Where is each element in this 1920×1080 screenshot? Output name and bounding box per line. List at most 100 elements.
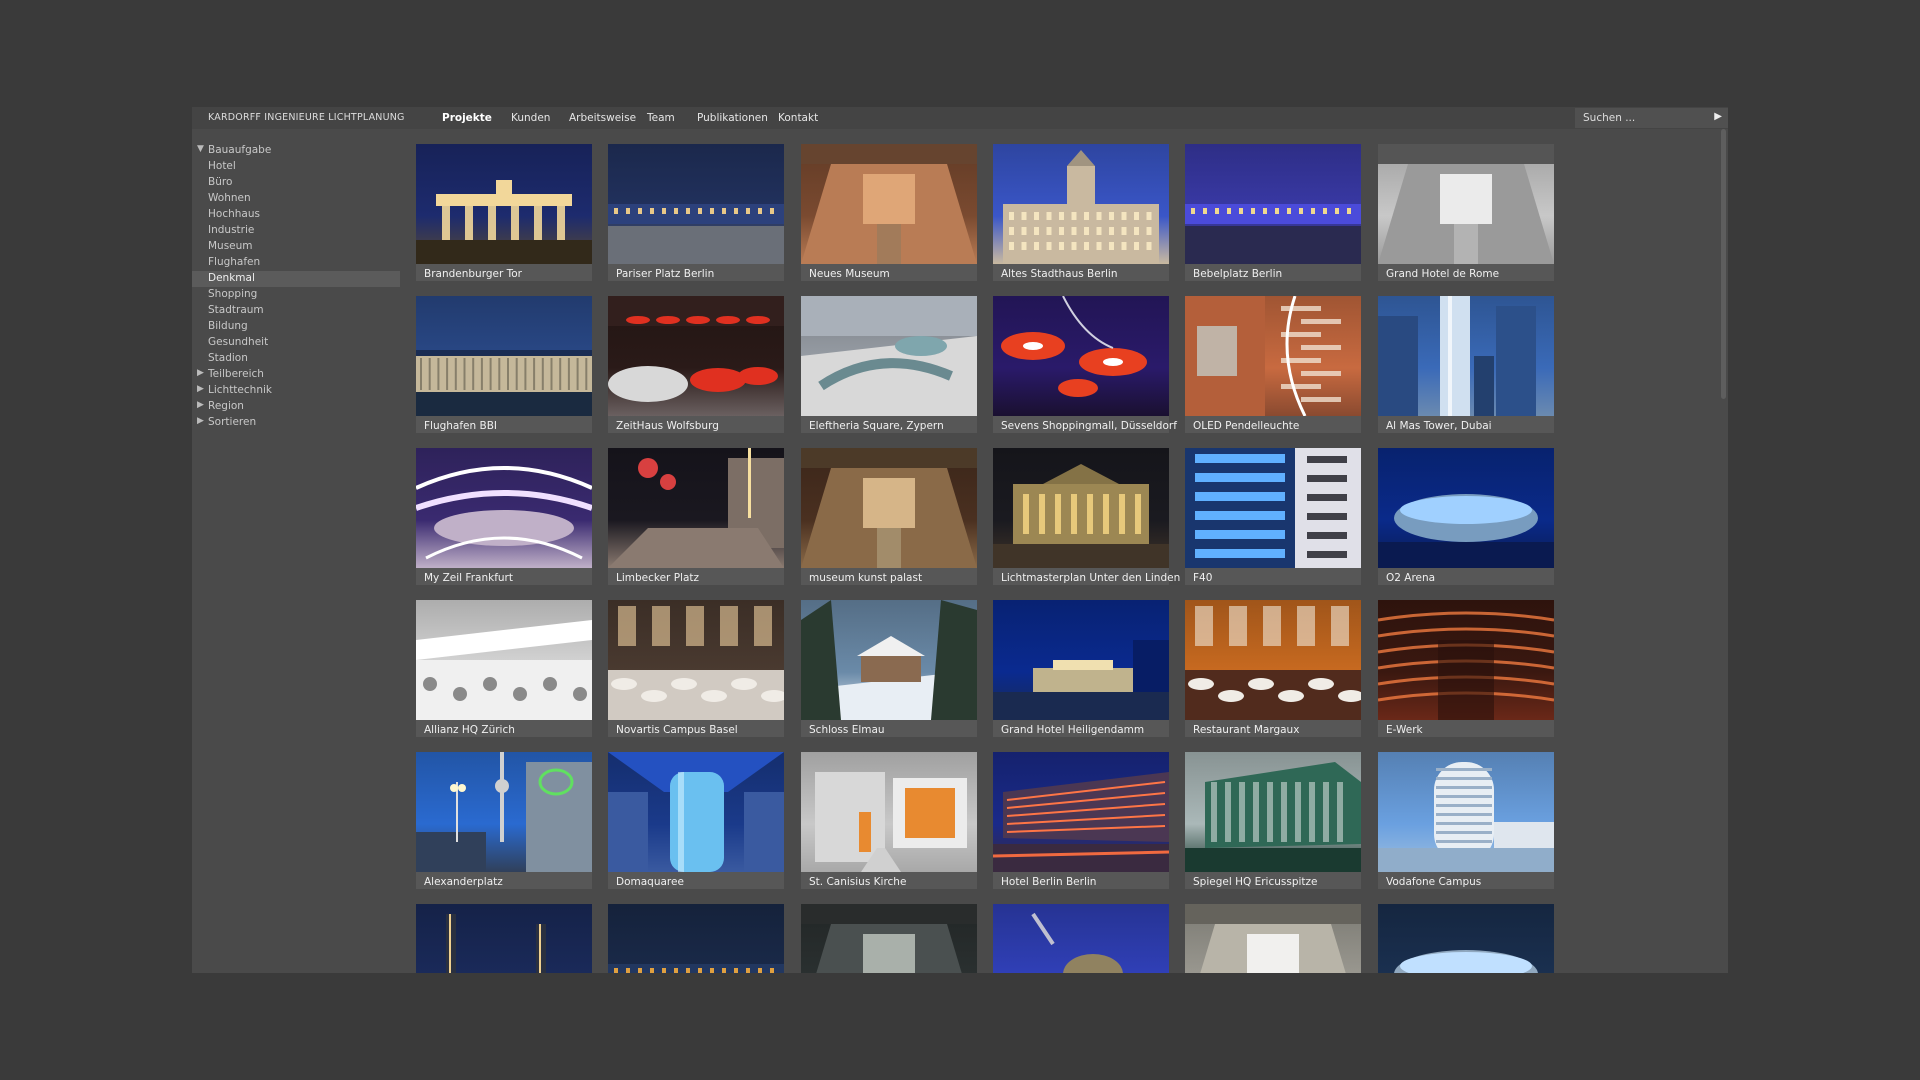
nav-team[interactable]: Team <box>647 112 675 124</box>
project-tile[interactable]: My Zeil Frankfurt <box>416 448 592 585</box>
project-thumbnail[interactable] <box>1378 752 1554 872</box>
project-thumbnail[interactable] <box>608 448 784 568</box>
project-tile[interactable]: Alexanderplatz <box>416 752 592 889</box>
project-thumbnail[interactable] <box>1378 600 1554 720</box>
project-tile[interactable]: Lichtmasterplan Unter den Linden <box>993 448 1180 585</box>
project-tile[interactable] <box>801 904 977 973</box>
project-thumbnail[interactable] <box>1185 296 1361 416</box>
nav-kontakt[interactable]: Kontakt <box>778 112 818 124</box>
project-thumbnail[interactable] <box>801 600 977 720</box>
project-tile[interactable] <box>993 904 1169 973</box>
nav-arbeitsweise[interactable]: Arbeitsweise <box>569 112 636 124</box>
project-thumbnail[interactable] <box>993 904 1169 973</box>
project-thumbnail[interactable] <box>416 904 592 973</box>
project-tile[interactable]: OLED Pendelleuchte <box>1185 296 1361 433</box>
sidebar-item-stadion[interactable]: Stadion <box>192 351 400 367</box>
project-thumbnail[interactable] <box>993 448 1169 568</box>
project-tile[interactable]: Restaurant Margaux <box>1185 600 1361 737</box>
triangle-right-icon[interactable]: ▶ <box>197 416 204 426</box>
project-tile[interactable]: Novartis Campus Basel <box>608 600 784 737</box>
project-thumbnail[interactable] <box>416 296 592 416</box>
triangle-down-icon[interactable]: ▼ <box>197 144 204 154</box>
project-thumbnail[interactable] <box>1185 904 1361 973</box>
project-tile[interactable]: Eleftheria Square, Zypern <box>801 296 977 433</box>
project-thumbnail[interactable] <box>801 904 977 973</box>
triangle-right-icon[interactable]: ▶ <box>197 400 204 410</box>
sidebar-item-büro[interactable]: Büro <box>192 175 400 191</box>
sidebar-item-lichttechnik[interactable]: ▶ Lichttechnik <box>192 383 400 399</box>
project-tile[interactable] <box>416 904 592 973</box>
project-thumbnail[interactable] <box>416 752 592 872</box>
nav-publikationen[interactable]: Publikationen <box>697 112 768 124</box>
project-tile[interactable]: Allianz HQ Zürich <box>416 600 592 737</box>
sidebar-item-hochhaus[interactable]: Hochhaus <box>192 207 400 223</box>
project-thumbnail[interactable] <box>993 296 1169 416</box>
project-tile[interactable] <box>1185 904 1361 973</box>
sidebar-item-sortieren[interactable]: ▶ Sortieren <box>192 415 400 431</box>
nav-projekte[interactable]: Projekte <box>442 112 492 124</box>
sidebar-item-bildung[interactable]: Bildung <box>192 319 400 335</box>
sidebar-item-denkmal[interactable]: Denkmal <box>192 271 400 287</box>
project-tile[interactable]: Domaquaree <box>608 752 784 889</box>
scrollbar-thumb[interactable] <box>1721 129 1726 399</box>
project-tile[interactable]: Grand Hotel Heiligendamm <box>993 600 1169 737</box>
project-tile[interactable]: Sevens Shoppingmall, Düsseldorf <box>993 296 1177 433</box>
project-thumbnail[interactable] <box>416 448 592 568</box>
project-tile[interactable]: Pariser Platz Berlin <box>608 144 784 281</box>
project-tile[interactable]: Grand Hotel de Rome <box>1378 144 1554 281</box>
search-submit-icon[interactable]: ▶ <box>1714 111 1722 122</box>
search-box[interactable]: Suchen ... ▶ <box>1575 108 1728 128</box>
sidebar-item-stadtraum[interactable]: Stadtraum <box>192 303 400 319</box>
project-thumbnail[interactable] <box>1185 448 1361 568</box>
project-tile[interactable]: Vodafone Campus <box>1378 752 1554 889</box>
project-thumbnail[interactable] <box>1378 296 1554 416</box>
project-thumbnail[interactable] <box>1185 752 1361 872</box>
sidebar-item-teilbereich[interactable]: ▶ Teilbereich <box>192 367 400 383</box>
sidebar-item-region[interactable]: ▶ Region <box>192 399 400 415</box>
project-tile[interactable]: Altes Stadthaus Berlin <box>993 144 1169 281</box>
project-tile[interactable]: St. Canisius Kirche <box>801 752 977 889</box>
project-thumbnail[interactable] <box>608 600 784 720</box>
project-thumbnail[interactable] <box>801 296 977 416</box>
project-thumbnail[interactable] <box>801 752 977 872</box>
project-thumbnail[interactable] <box>416 144 592 264</box>
project-thumbnail[interactable] <box>608 752 784 872</box>
brand-logo-text[interactable]: KARDORFF INGENIEURE LICHTPLANUNG <box>208 112 405 123</box>
sidebar-item-hotel[interactable]: Hotel <box>192 159 400 175</box>
project-thumbnail[interactable] <box>608 904 784 973</box>
sidebar-item-museum[interactable]: Museum <box>192 239 400 255</box>
nav-kunden[interactable]: Kunden <box>511 112 550 124</box>
project-thumbnail[interactable] <box>608 296 784 416</box>
project-thumbnail[interactable] <box>1185 600 1361 720</box>
project-thumbnail[interactable] <box>608 144 784 264</box>
sidebar-item-wohnen[interactable]: Wohnen <box>192 191 400 207</box>
project-thumbnail[interactable] <box>1378 448 1554 568</box>
project-tile[interactable]: Limbecker Platz <box>608 448 784 585</box>
scrollbar[interactable] <box>1719 129 1728 973</box>
project-thumbnail[interactable] <box>993 144 1169 264</box>
triangle-right-icon[interactable]: ▶ <box>197 368 204 378</box>
project-tile[interactable]: Flughafen BBI <box>416 296 592 433</box>
project-tile[interactable]: ZeitHaus Wolfsburg <box>608 296 784 433</box>
project-thumbnail[interactable] <box>993 752 1169 872</box>
sidebar-item-shopping[interactable]: Shopping <box>192 287 400 303</box>
search-input[interactable]: Suchen ... <box>1583 112 1635 124</box>
project-tile[interactable] <box>608 904 784 973</box>
sidebar-item-bauaufgabe[interactable]: ▼ Bauaufgabe <box>192 143 400 159</box>
project-thumbnail[interactable] <box>801 144 977 264</box>
project-tile[interactable]: Hotel Berlin Berlin <box>993 752 1169 889</box>
project-tile[interactable]: Spiegel HQ Ericusspitze <box>1185 752 1361 889</box>
sidebar-item-industrie[interactable]: Industrie <box>192 223 400 239</box>
triangle-right-icon[interactable]: ▶ <box>197 384 204 394</box>
project-tile[interactable]: Bebelplatz Berlin <box>1185 144 1361 281</box>
project-tile[interactable]: Schloss Elmau <box>801 600 977 737</box>
project-tile[interactable]: E-Werk <box>1378 600 1554 737</box>
project-thumbnail[interactable] <box>416 600 592 720</box>
sidebar-item-flughafen[interactable]: Flughafen <box>192 255 400 271</box>
project-tile[interactable] <box>1378 904 1554 973</box>
project-thumbnail[interactable] <box>1378 904 1554 973</box>
project-tile[interactable]: museum kunst palast <box>801 448 977 585</box>
project-thumbnail[interactable] <box>993 600 1169 720</box>
project-tile[interactable]: Neues Museum <box>801 144 977 281</box>
project-thumbnail[interactable] <box>1378 144 1554 264</box>
